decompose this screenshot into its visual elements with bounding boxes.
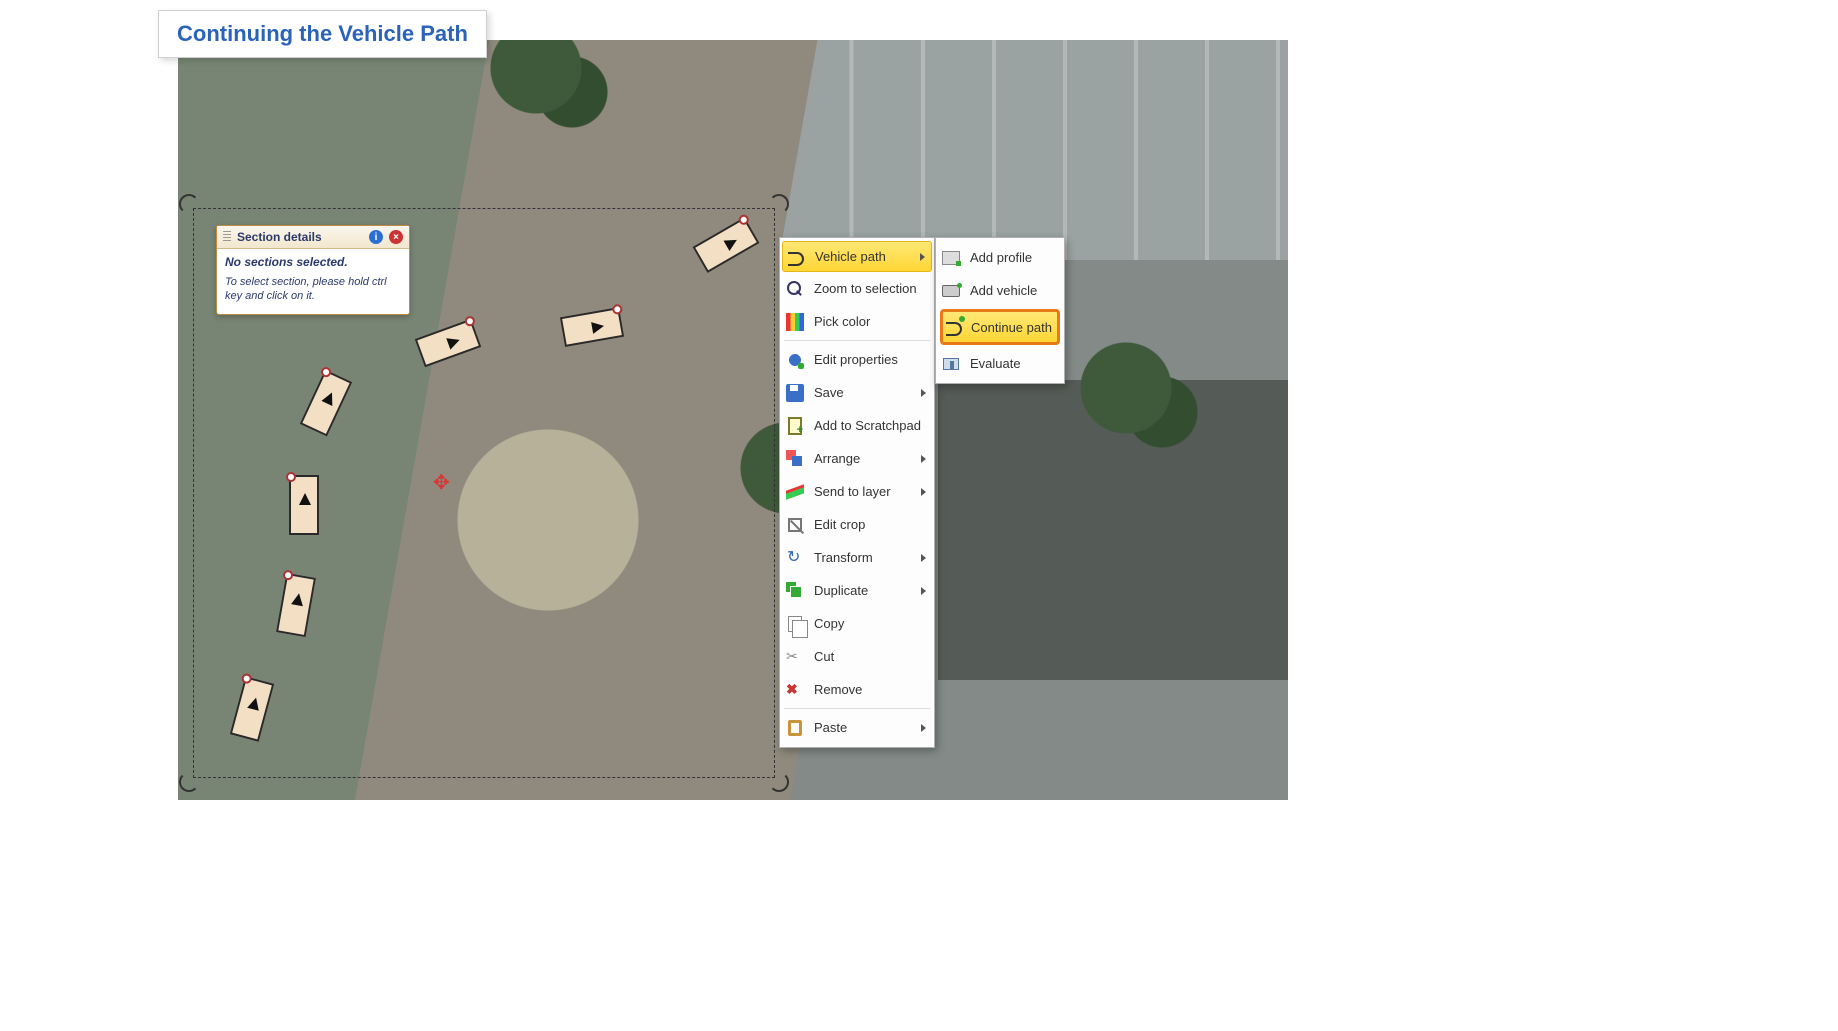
vehicle-path-icon bbox=[785, 246, 807, 268]
menu-item-arrange[interactable]: Arrange bbox=[780, 442, 934, 475]
menu-item-label: Pick color bbox=[814, 314, 926, 329]
tree-decoration bbox=[1078, 340, 1198, 460]
menu-item-label: Continue path bbox=[971, 320, 1052, 335]
menu-item-label: Cut bbox=[814, 649, 926, 664]
menu-item-pick-color[interactable]: Pick color bbox=[780, 305, 934, 338]
menu-separator bbox=[784, 340, 930, 341]
menu-separator bbox=[784, 708, 930, 709]
menu-item-vehicle-path[interactable]: Vehicle path bbox=[782, 241, 932, 272]
vehicle-marker[interactable] bbox=[289, 475, 319, 535]
menu-item-remove[interactable]: Remove bbox=[780, 673, 934, 706]
menu-item-evaluate[interactable]: Evaluate bbox=[936, 347, 1064, 380]
continue-path-icon bbox=[945, 316, 963, 338]
copy-icon bbox=[784, 613, 806, 635]
menu-item-label: Paste bbox=[814, 720, 913, 735]
menu-item-label: Copy bbox=[814, 616, 926, 631]
arrange-icon bbox=[784, 448, 806, 470]
paste-icon bbox=[784, 717, 806, 739]
path-node[interactable] bbox=[282, 569, 294, 581]
map-canvas[interactable]: Section details i × No sections selected… bbox=[178, 40, 1288, 800]
panel-body: No sections selected. To select section,… bbox=[217, 249, 409, 314]
menu-item-label: Send to layer bbox=[814, 484, 913, 499]
submenu-arrow-icon bbox=[921, 389, 926, 397]
menu-item-label: Add profile bbox=[970, 250, 1056, 265]
menu-item-scratchpad[interactable]: Add to Scratchpad bbox=[780, 409, 934, 442]
context-menu[interactable]: Vehicle path Zoom to selection Pick color E… bbox=[779, 237, 935, 748]
zoom-icon bbox=[784, 278, 806, 300]
menu-item-label: Remove bbox=[814, 682, 926, 697]
send-layer-icon bbox=[784, 481, 806, 503]
menu-item-label: Vehicle path bbox=[815, 249, 912, 264]
path-node[interactable] bbox=[286, 472, 296, 482]
submenu-arrow-icon bbox=[921, 455, 926, 463]
menu-item-label: Save bbox=[814, 385, 913, 400]
menu-item-duplicate[interactable]: Duplicate bbox=[780, 574, 934, 607]
section-details-panel[interactable]: Section details i × No sections selected… bbox=[216, 225, 410, 315]
edit-props-icon bbox=[784, 349, 806, 371]
menu-item-edit-crop[interactable]: Edit crop bbox=[780, 508, 934, 541]
no-selection-text: No sections selected. bbox=[225, 255, 401, 269]
menu-item-edit-props[interactable]: Edit properties bbox=[780, 343, 934, 376]
add-vehicle-icon bbox=[940, 280, 962, 302]
menu-item-paste[interactable]: Paste bbox=[780, 711, 934, 744]
submenu-arrow-icon bbox=[921, 488, 926, 496]
menu-item-continue-path[interactable]: Continue path bbox=[940, 309, 1060, 345]
menu-item-send-layer[interactable]: Send to layer bbox=[780, 475, 934, 508]
submenu-arrow-icon bbox=[920, 253, 925, 261]
pick-color-icon bbox=[784, 311, 806, 333]
submenu-arrow-icon bbox=[921, 587, 926, 595]
menu-item-label: Zoom to selection bbox=[814, 281, 926, 296]
menu-item-label: Arrange bbox=[814, 451, 913, 466]
menu-item-label: Transform bbox=[814, 550, 913, 565]
menu-item-transform[interactable]: Transform bbox=[780, 541, 934, 574]
menu-item-label: Evaluate bbox=[970, 356, 1056, 371]
menu-item-cut[interactable]: Cut bbox=[780, 640, 934, 673]
menu-item-label: Duplicate bbox=[814, 583, 913, 598]
info-icon[interactable]: i bbox=[369, 230, 383, 244]
submenu-arrow-icon bbox=[921, 724, 926, 732]
panel-title: Section details bbox=[237, 230, 322, 244]
menu-item-add-profile[interactable]: Add profile bbox=[936, 241, 1064, 274]
menu-item-label: Edit crop bbox=[814, 517, 926, 532]
menu-item-label: Add vehicle bbox=[970, 283, 1056, 298]
drag-grip-icon[interactable] bbox=[223, 231, 231, 243]
page-title: Continuing the Vehicle Path bbox=[158, 10, 487, 58]
selection-hint: To select section, please hold ctrl key … bbox=[225, 275, 401, 304]
cut-icon bbox=[784, 646, 806, 668]
evaluate-icon bbox=[940, 353, 962, 375]
submenu-arrow-icon bbox=[921, 554, 926, 562]
menu-item-label: Edit properties bbox=[814, 352, 926, 367]
menu-item-label: Add to Scratchpad bbox=[814, 418, 926, 433]
vehicle-path-submenu[interactable]: Add profile Add vehicle Continue path Evalu… bbox=[935, 237, 1065, 384]
menu-item-copy[interactable]: Copy bbox=[780, 607, 934, 640]
menu-item-add-vehicle[interactable]: Add vehicle bbox=[936, 274, 1064, 307]
duplicate-icon bbox=[784, 580, 806, 602]
close-icon[interactable]: × bbox=[389, 230, 403, 244]
save-icon bbox=[784, 382, 806, 404]
scratchpad-icon bbox=[784, 415, 806, 437]
tree-decoration bbox=[488, 40, 608, 140]
panel-header[interactable]: Section details i × bbox=[217, 226, 409, 249]
transform-icon bbox=[784, 547, 806, 569]
menu-item-zoom[interactable]: Zoom to selection bbox=[780, 272, 934, 305]
edit-crop-icon bbox=[784, 514, 806, 536]
add-profile-icon bbox=[940, 247, 962, 269]
menu-item-save[interactable]: Save bbox=[780, 376, 934, 409]
remove-icon bbox=[784, 679, 806, 701]
